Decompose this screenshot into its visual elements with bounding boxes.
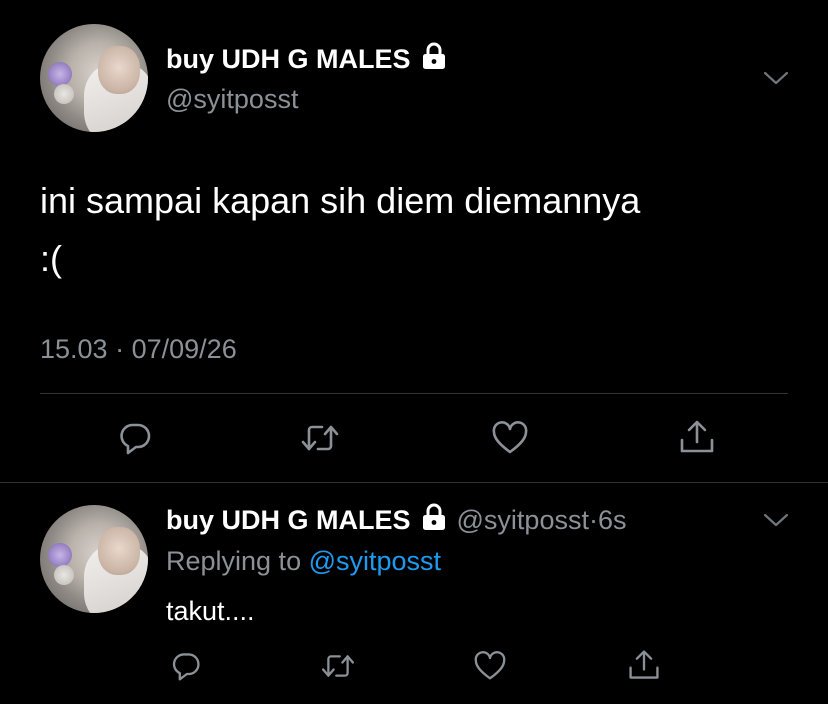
tweet-text-line: ini sampai kapan sih diem diemannya xyxy=(40,180,641,221)
avatar[interactable] xyxy=(40,505,148,613)
avatar[interactable] xyxy=(40,24,148,132)
share-icon xyxy=(680,420,714,453)
retweet-icon xyxy=(301,425,339,451)
tweet-age[interactable]: 6s xyxy=(598,505,627,535)
retweet-button[interactable] xyxy=(318,648,358,684)
reply-header: buy UDH G MALES @syitposst·6s xyxy=(166,503,627,538)
thread-divider xyxy=(0,482,828,483)
tweet-date: 07/09/26 xyxy=(131,334,237,364)
tweet-text-line: :( xyxy=(40,238,62,279)
retweet-button[interactable] xyxy=(298,418,342,458)
avatar-flower xyxy=(54,565,74,585)
heart-icon xyxy=(492,421,528,454)
display-name[interactable]: buy UDH G MALES xyxy=(166,42,447,77)
heart-icon xyxy=(474,651,506,680)
tweet-time: 15.03 xyxy=(40,334,108,364)
lock-icon xyxy=(421,42,447,77)
display-name-text[interactable]: buy UDH G MALES xyxy=(166,505,411,536)
avatar-flower xyxy=(54,84,74,104)
meta-separator: · xyxy=(115,334,125,364)
replying-prefix: Replying to xyxy=(166,546,302,576)
avatar-flower xyxy=(48,543,72,567)
replying-to: Replying to @syitposst xyxy=(166,546,441,577)
tweet-text: ini sampai kapan sih diem diemannya :( xyxy=(40,172,800,288)
share-icon xyxy=(629,650,659,679)
like-button[interactable] xyxy=(470,648,510,684)
retweet-icon xyxy=(321,655,355,677)
handle[interactable]: @syitposst xyxy=(457,505,589,535)
share-button[interactable] xyxy=(675,416,719,458)
avatar-face xyxy=(98,527,140,575)
display-name-text: buy UDH G MALES xyxy=(166,44,411,74)
replying-to-link[interactable]: @syitposst xyxy=(309,546,441,576)
reply-button[interactable] xyxy=(168,648,204,684)
handle[interactable]: @syitposst xyxy=(166,84,298,115)
share-button[interactable] xyxy=(624,646,664,684)
avatar-face xyxy=(98,46,140,94)
like-button[interactable] xyxy=(488,418,532,458)
reply-meta: @syitposst·6s xyxy=(457,505,627,536)
comment-icon xyxy=(172,653,200,681)
avatar-flower xyxy=(48,62,72,86)
meta-separator: · xyxy=(588,505,598,535)
reply-button[interactable] xyxy=(115,418,155,458)
divider xyxy=(40,393,788,394)
chevron-down-icon[interactable] xyxy=(762,70,790,93)
lock-icon xyxy=(421,503,447,538)
comment-icon xyxy=(120,423,151,455)
chevron-down-icon[interactable] xyxy=(762,512,790,535)
tweet-timestamp[interactable]: 15.03 · 07/09/26 xyxy=(40,334,237,365)
tweet-text: takut.... xyxy=(166,596,255,626)
